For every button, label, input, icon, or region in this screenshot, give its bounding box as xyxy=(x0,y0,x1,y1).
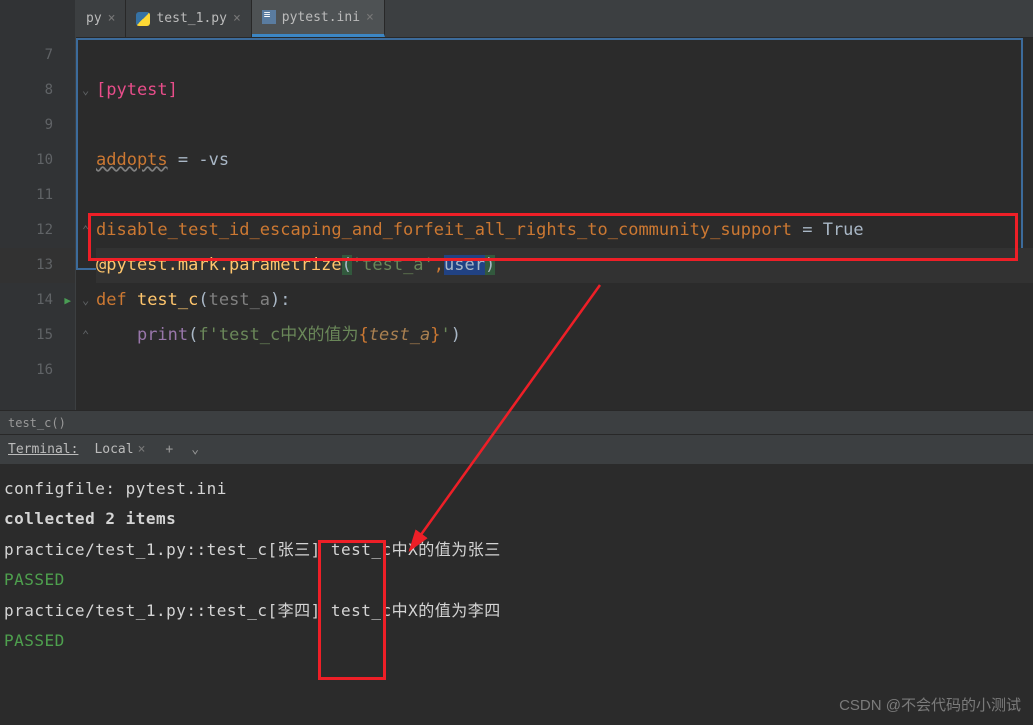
line-number: 10 xyxy=(0,143,75,178)
close-icon[interactable]: × xyxy=(108,11,116,26)
terminal-passed: PASSED xyxy=(4,565,1029,595)
line-number: 7 xyxy=(0,38,75,73)
tab-label: test_1.py xyxy=(156,11,226,26)
editor-tabs: py × test_1.py × pytest.ini × xyxy=(76,0,1033,38)
terminal-output[interactable]: configfile: pytest.ini collected 2 items… xyxy=(0,464,1033,666)
line-number: 8 xyxy=(0,73,75,108)
tab-label: pytest.ini xyxy=(282,10,360,25)
add-terminal-button[interactable]: + xyxy=(161,442,177,457)
editor[interactable]: py × test_1.py × pytest.ini × ⌄[pytest] … xyxy=(76,0,1033,410)
tab-pytest-ini[interactable]: pytest.ini × xyxy=(252,0,385,37)
tab-test1[interactable]: test_1.py × xyxy=(126,0,251,37)
python-icon xyxy=(136,12,150,26)
code-line-13: @pytest.mark.parametrize('test_a',user) xyxy=(96,248,1033,283)
line-number: 12 xyxy=(0,213,75,248)
close-icon[interactable]: × xyxy=(366,10,374,25)
close-icon[interactable]: × xyxy=(233,11,241,26)
close-icon[interactable]: × xyxy=(138,442,146,457)
line-number: 11 xyxy=(0,178,75,213)
code-line-7 xyxy=(96,38,1033,73)
code-line-15: ⌃ print(f'test_c中X的值为{test_a}') xyxy=(96,318,1033,353)
code-line-14: ⌄def test_c(test_a): xyxy=(96,283,1033,318)
code-line-11 xyxy=(96,178,1033,213)
code-line-9 xyxy=(96,108,1033,143)
terminal-dropdown-icon[interactable]: ⌄ xyxy=(187,442,203,457)
code-line-12: ⌃disable_test_id_escaping_and_forfeit_al… xyxy=(96,213,1033,248)
line-number-runnable[interactable]: 14 xyxy=(0,283,75,318)
watermark: CSDN @不会代码的小测试 xyxy=(839,694,1021,715)
terminal-line: configfile: pytest.ini xyxy=(4,474,1029,504)
terminal-tab-label: Local xyxy=(94,442,133,457)
code-line-16 xyxy=(96,353,1033,388)
code-area[interactable]: ⌄[pytest] addopts = -vs ⌃disable_test_id… xyxy=(76,38,1033,388)
code-line-10: addopts = -vs xyxy=(96,143,1033,178)
terminal-title: Terminal: xyxy=(8,442,78,457)
terminal-passed: PASSED xyxy=(4,626,1029,656)
terminal-line: collected 2 items xyxy=(4,504,1029,534)
line-gutter: 7 8 9 10 11 12 13 14 15 16 xyxy=(0,0,76,410)
terminal-tab-local[interactable]: Local × xyxy=(88,439,151,460)
line-number: 16 xyxy=(0,353,75,388)
terminal-header: Terminal: Local × + ⌄ xyxy=(0,434,1033,464)
breadcrumb[interactable]: test_c() xyxy=(0,410,1033,434)
tab-label: py xyxy=(86,11,102,26)
terminal-line: practice/test_1.py::test_c[李四] test_c中X的… xyxy=(4,596,1029,626)
code-line-8: ⌄[pytest] xyxy=(96,73,1033,108)
line-number: 13 xyxy=(0,248,75,283)
terminal-line: practice/test_1.py::test_c[张三] test_c中X的… xyxy=(4,535,1029,565)
line-number: 9 xyxy=(0,108,75,143)
tab-py[interactable]: py × xyxy=(76,0,126,37)
ini-icon xyxy=(262,10,276,24)
line-number: 15 xyxy=(0,318,75,353)
